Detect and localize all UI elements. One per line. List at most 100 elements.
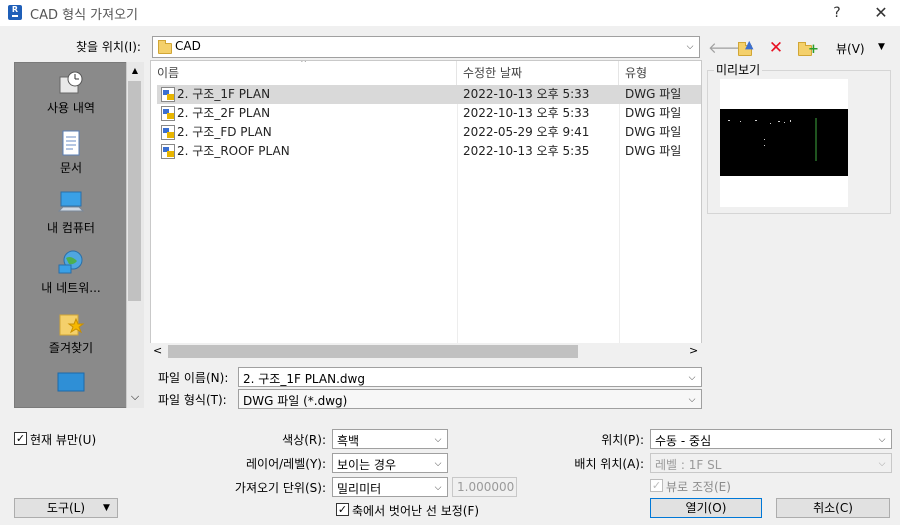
positioning-select[interactable]: 수동 - 중심 ⌵	[650, 429, 892, 449]
file-name-value: 2. 구조_1F PLAN.dwg	[243, 372, 365, 386]
file-date: 2022-10-13 오후 5:33	[463, 87, 590, 101]
import-scale-factor-value: 1.000000	[457, 480, 515, 494]
layers-label: 레이어/레벨(Y):	[246, 457, 326, 471]
window-title: CAD 형식 가져오기	[30, 8, 139, 23]
preview-label: 미리보기	[714, 61, 763, 78]
places-bar: 사용 내역 문서 내 컴퓨터 내 네트워... 즐겨찾기	[14, 62, 144, 408]
file-row[interactable]: 2. 구조_FD PLAN 2022-05-29 오후 9:41 DWG 파일	[157, 123, 701, 142]
colors-value: 흑백	[337, 434, 360, 448]
place-label: 문서	[59, 161, 83, 175]
file-type-select[interactable]: DWG 파일 (*.dwg) ⌵	[238, 389, 702, 409]
place-network[interactable]: 내 네트워...	[15, 249, 127, 296]
import-units-select[interactable]: 밀리미터 ⌵	[332, 477, 448, 497]
dwg-file-icon	[161, 87, 175, 102]
folder-icon	[158, 40, 172, 54]
file-name: 2. 구조_1F PLAN	[177, 87, 271, 101]
chevron-down-icon: ⌵	[878, 459, 886, 469]
column-header-date[interactable]: 수정한 날짜	[457, 61, 619, 85]
scroll-left-icon[interactable]: <	[153, 344, 162, 357]
preview-drawing	[720, 109, 848, 176]
colors-select[interactable]: 흑백 ⌵	[332, 429, 448, 449]
look-in-label: 찾을 위치(I):	[76, 40, 141, 54]
hscroll-thumb[interactable]	[168, 345, 578, 358]
tools-button[interactable]: 도구(L) ▼	[14, 498, 118, 518]
current-view-only-label: 현재 뷰만(U)	[30, 433, 97, 447]
look-in-value: CAD	[175, 39, 201, 53]
back-button[interactable]: 🡐	[708, 38, 748, 58]
chevron-down-icon: ⌵	[434, 483, 442, 493]
file-date: 2022-10-13 오후 5:33	[463, 106, 590, 120]
views-menu-button[interactable]: 뷰(V) ▼	[834, 38, 892, 58]
delete-button[interactable]: ✕	[766, 38, 786, 58]
dwg-file-icon	[161, 125, 175, 140]
place-history[interactable]: 사용 내역	[15, 69, 127, 116]
file-type: DWG 파일	[625, 87, 682, 101]
place-desktop[interactable]	[15, 369, 127, 397]
file-type-value: DWG 파일 (*.dwg)	[243, 394, 348, 408]
layers-select[interactable]: 보이는 경우 ⌵	[332, 453, 448, 473]
import-units-label: 가져오기 단위(S):	[234, 481, 326, 495]
scroll-up-icon[interactable]: ▲	[128, 64, 142, 78]
layers-value: 보이는 경우	[337, 458, 397, 472]
open-button[interactable]: 열기(O)	[650, 498, 762, 518]
file-date: 2022-10-13 오후 5:35	[463, 144, 590, 158]
positioning-label: 위치(P):	[601, 433, 644, 447]
import-units-value: 밀리미터	[337, 482, 382, 496]
file-row[interactable]: 2. 구조_1F PLAN 2022-10-13 오후 5:33 DWG 파일	[157, 85, 701, 104]
look-in-combo[interactable]: CAD ⌵	[152, 36, 700, 58]
place-label: 내 네트워...	[41, 281, 101, 295]
chevron-down-icon: ⌵	[688, 395, 696, 405]
place-at-value: 레벨 : 1F SL	[655, 458, 722, 472]
correct-lines-label: 축에서 벗어난 선 보정(F)	[352, 504, 480, 518]
plus-icon: +	[808, 42, 819, 57]
place-label: 사용 내역	[47, 101, 95, 115]
positioning-value: 수동 - 중심	[655, 434, 712, 448]
up-arrow-icon: ▲	[745, 38, 754, 51]
scroll-right-icon[interactable]: >	[689, 344, 698, 357]
computer-icon	[57, 189, 85, 217]
history-icon	[57, 69, 85, 97]
orient-to-view-label: 뷰로 조정(E)	[666, 480, 731, 494]
favorites-icon	[57, 309, 85, 337]
file-row[interactable]: 2. 구조_ROOF PLAN 2022-10-13 오후 5:35 DWG 파…	[157, 142, 701, 161]
tools-label: 도구(L)	[46, 501, 86, 515]
places-scroll-thumb[interactable]	[128, 81, 141, 301]
dropdown-arrow-icon: ▼	[103, 503, 110, 513]
help-button[interactable]: ?	[826, 2, 848, 24]
documents-icon	[57, 129, 85, 157]
up-folder-button[interactable]: ▲	[736, 38, 758, 58]
place-favorites[interactable]: 즐겨찾기	[15, 309, 127, 356]
file-name: 2. 구조_ROOF PLAN	[177, 144, 290, 158]
dwg-file-icon	[161, 144, 175, 159]
sort-ascending-icon: ⌃	[299, 60, 309, 70]
current-view-only-checkbox[interactable]: ✓	[14, 432, 27, 445]
orient-to-view-checkbox[interactable]: ✓	[650, 479, 663, 492]
network-icon	[57, 249, 85, 277]
file-name: 2. 구조_FD PLAN	[177, 125, 272, 139]
scroll-down-icon[interactable]: ⌵	[128, 390, 142, 404]
place-documents[interactable]: 문서	[15, 129, 127, 176]
place-label: 내 컴퓨터	[47, 221, 95, 235]
chevron-down-icon: ⌵	[878, 435, 886, 445]
file-list[interactable]: 이름 ⌃ 수정한 날짜 유형 2. 구조_1F PLAN 2022-10-13 …	[150, 60, 702, 360]
import-scale-factor-input[interactable]: 1.000000	[452, 477, 517, 497]
chevron-down-icon: ⌵	[686, 42, 694, 52]
close-button[interactable]: ✕	[868, 2, 894, 24]
new-folder-button[interactable]: +	[796, 38, 819, 58]
cancel-button[interactable]: 취소(C)	[776, 498, 890, 518]
place-label: 즐겨찾기	[48, 341, 94, 355]
colors-label: 색상(R):	[282, 433, 326, 447]
file-row[interactable]: 2. 구조_2F PLAN 2022-10-13 오후 5:33 DWG 파일	[157, 104, 701, 123]
place-at-select[interactable]: 레벨 : 1F SL ⌵	[650, 453, 892, 473]
column-header-type[interactable]: 유형	[619, 61, 701, 85]
file-name-input[interactable]: 2. 구조_1F PLAN.dwg ⌵	[238, 367, 702, 387]
chevron-down-icon[interactable]: ⌵	[686, 370, 698, 386]
chevron-down-icon: ⌵	[434, 459, 442, 469]
file-type-label: 파일 형식(T):	[158, 393, 227, 407]
dropdown-arrow-icon: ▼	[878, 42, 885, 52]
file-name: 2. 구조_2F PLAN	[177, 106, 271, 120]
correct-lines-checkbox[interactable]: ✓	[336, 503, 349, 516]
place-computer[interactable]: 내 컴퓨터	[15, 189, 127, 236]
file-name-label: 파일 이름(N):	[158, 371, 229, 385]
revit-app-icon: R	[8, 5, 22, 20]
